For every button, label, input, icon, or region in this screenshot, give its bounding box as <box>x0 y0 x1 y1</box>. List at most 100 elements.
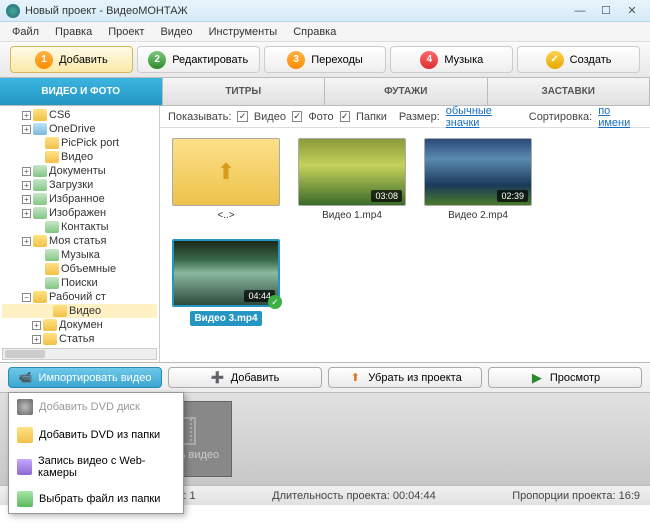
tree-item[interactable]: + Моя статья <box>2 234 157 248</box>
add-button[interactable]: ➕ Добавить <box>168 367 322 388</box>
expand-icon[interactable]: + <box>32 335 41 344</box>
expand-icon[interactable]: + <box>22 125 31 134</box>
thumbnail-image: 02:39 <box>424 138 532 206</box>
tree-label: Загрузки <box>49 179 93 191</box>
dropdown-item[interactable]: Добавить DVD из папки <box>9 421 183 449</box>
filter-photo-label: Фото <box>308 111 333 123</box>
tree-label: Моя статья <box>49 235 106 247</box>
tree-item[interactable]: Объемные <box>2 262 157 276</box>
expand-icon[interactable]: + <box>22 237 31 246</box>
step-music[interactable]: 4Музыка <box>390 46 513 73</box>
menu-tools[interactable]: Инструменты <box>201 24 286 40</box>
tree-label: Поиски <box>61 277 98 289</box>
menu-item-label: Выбрать файл из папки <box>39 493 160 505</box>
filter-bar: Показывать: ✓Видео ✓Фото ✓Папки Размер: … <box>160 106 650 128</box>
folder-tree[interactable]: +CS6+OneDrivePicPick portВидео+Документы… <box>0 106 160 362</box>
expand-icon[interactable]: − <box>22 293 31 302</box>
tree-label: Видео <box>69 305 101 317</box>
menu-edit[interactable]: Правка <box>47 24 100 40</box>
checkbox-folders[interactable]: ✓ <box>340 111 350 122</box>
folder-icon <box>45 151 59 163</box>
tree-label: OneDrive <box>49 123 95 135</box>
step-create[interactable]: Создать <box>517 46 640 73</box>
dropdown-item: Добавить DVD диск <box>9 393 183 421</box>
window-title: Новый проект - ВидеоМОНТАЖ <box>25 5 566 17</box>
tree-item[interactable]: + Загрузки <box>2 178 157 192</box>
button-label: Добавить <box>231 372 280 384</box>
tree-item[interactable]: PicPick port <box>2 136 157 150</box>
step-transitions[interactable]: 3Переходы <box>264 46 387 73</box>
tab-footage[interactable]: ФУТАЖИ <box>325 78 488 105</box>
sort-link[interactable]: по имени <box>598 105 642 129</box>
step-label: Создать <box>570 54 612 66</box>
import-video-button[interactable]: 📹Импортировать видео <box>8 367 162 388</box>
tree-item[interactable]: +Докумен <box>2 318 157 332</box>
duration-badge: 02:39 <box>497 190 528 202</box>
import-dropdown-menu: Добавить DVD дискДобавить DVD из папкиЗа… <box>8 392 184 514</box>
expand-icon[interactable]: + <box>22 209 31 218</box>
expand-icon[interactable]: + <box>22 111 31 120</box>
expand-icon[interactable]: + <box>22 181 31 190</box>
plus-icon: ➕ <box>211 371 225 385</box>
up-arrow-icon: ⬆ <box>348 371 362 385</box>
menu-file[interactable]: Файл <box>4 24 47 40</box>
close-button[interactable]: ✕ <box>620 3 644 19</box>
app-icon <box>6 4 20 18</box>
check-icon <box>546 51 564 69</box>
folder-icon <box>33 193 47 205</box>
tree-item[interactable]: + OneDrive <box>2 122 157 136</box>
tree-item[interactable]: − Рабочий ст <box>2 290 157 304</box>
tree-label: Рабочий ст <box>49 291 106 303</box>
step-number-icon: 1 <box>35 51 53 69</box>
step-number-icon: 2 <box>148 51 166 69</box>
expand-icon[interactable]: + <box>22 195 31 204</box>
preview-button[interactable]: ▶Просмотр <box>488 367 642 388</box>
tree-item[interactable]: +CS6 <box>2 108 157 122</box>
step-number-icon: 4 <box>420 51 438 69</box>
tree-item[interactable]: Поиски <box>2 276 157 290</box>
menu-help[interactable]: Справка <box>285 24 344 40</box>
folder-thumb[interactable]: <..> <box>172 138 280 221</box>
video-thumb[interactable]: 04:44✓Видео 3.mp4 <box>172 239 280 326</box>
dropdown-item[interactable]: Выбрать файл из папки <box>9 485 183 513</box>
menu-video[interactable]: Видео <box>152 24 200 40</box>
tab-intros[interactable]: ЗАСТАВКИ <box>488 78 650 105</box>
folder-icon <box>33 109 47 121</box>
tree-item[interactable]: Видео <box>2 304 157 318</box>
tree-item[interactable]: Контакты <box>2 220 157 234</box>
remove-button[interactable]: ⬆Убрать из проекта <box>328 367 482 388</box>
tree-item[interactable]: +Статья <box>2 332 157 346</box>
tree-item[interactable]: Видео <box>2 150 157 164</box>
menu-bar: Файл Правка Проект Видео Инструменты Спр… <box>0 22 650 42</box>
sub-tabs: ВИДЕО И ФОТО ТИТРЫ ФУТАЖИ ЗАСТАВКИ <box>0 78 650 106</box>
ratio-value: 16:9 <box>619 490 640 502</box>
tree-item[interactable]: +Документы <box>2 164 157 178</box>
video-thumb[interactable]: 02:39Видео 2.mp4 <box>424 138 532 221</box>
files-count-value: 1 <box>190 490 196 502</box>
minimize-button[interactable]: — <box>568 3 592 19</box>
checkbox-video[interactable]: ✓ <box>237 111 247 122</box>
scrollbar-horizontal[interactable] <box>2 348 157 360</box>
tree-item[interactable]: Музыка <box>2 248 157 262</box>
maximize-button[interactable]: ☐ <box>594 3 618 19</box>
tab-titles[interactable]: ТИТРЫ <box>163 78 326 105</box>
video-thumb[interactable]: 03:08Видео 1.mp4 <box>298 138 406 221</box>
sort-label: Сортировка: <box>529 111 592 123</box>
size-link[interactable]: обычные значки <box>446 105 523 129</box>
folder-icon <box>33 291 47 303</box>
menu-project[interactable]: Проект <box>100 24 152 40</box>
step-edit[interactable]: 2Редактировать <box>137 46 260 73</box>
checkbox-photo[interactable]: ✓ <box>292 111 302 122</box>
expand-icon[interactable]: + <box>22 167 31 176</box>
folder-icon <box>45 277 59 289</box>
tab-video-photo[interactable]: ВИДЕО И ФОТО <box>0 78 163 105</box>
step-add[interactable]: 1Добавить <box>10 46 133 73</box>
dropdown-item[interactable]: Запись видео с Web-камеры <box>9 449 183 485</box>
expand-icon[interactable]: + <box>32 321 41 330</box>
step-bar: 1Добавить 2Редактировать 3Переходы 4Музы… <box>0 42 650 78</box>
folder-icon <box>45 221 59 233</box>
tree-item[interactable]: +Избранное <box>2 192 157 206</box>
tree-item[interactable]: +Изображен <box>2 206 157 220</box>
thumbnail-image: 04:44✓ <box>172 239 280 307</box>
folder-icon <box>45 263 59 275</box>
